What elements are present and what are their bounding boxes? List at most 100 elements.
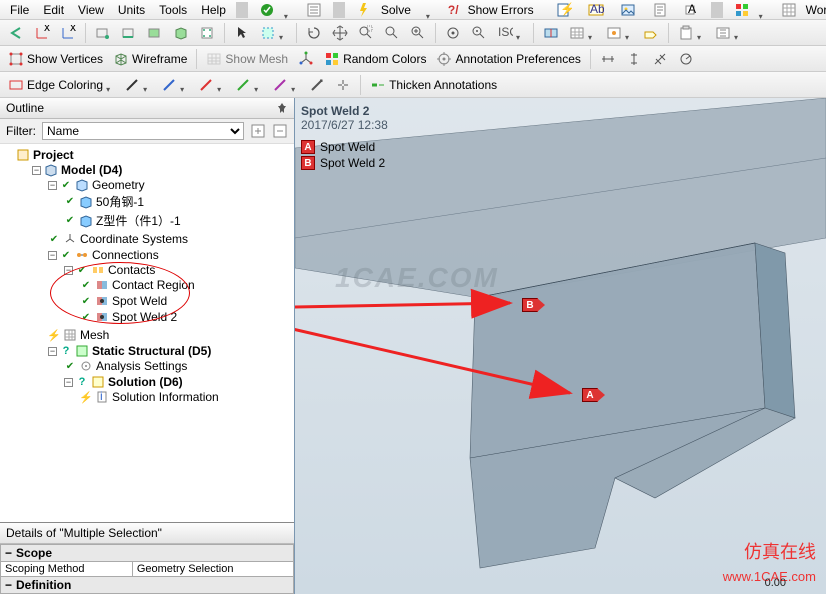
tree-connections[interactable]: Connections <box>92 248 159 262</box>
tree-project[interactable]: Project <box>33 148 74 162</box>
zoom-icon[interactable] <box>380 23 404 43</box>
show-vertices-button[interactable]: Show Vertices <box>4 49 107 69</box>
details-definition: Definition <box>16 578 71 592</box>
tree-coord[interactable]: Coordinate Systems <box>80 232 188 246</box>
pin-icon[interactable] <box>276 102 288 114</box>
details-scoping-method-value[interactable]: Geometry Selection <box>132 562 293 577</box>
edge-coloring-button[interactable]: Edge Coloring <box>4 75 118 95</box>
viewport-legend: Spot Weld 2 2017/6/27 12:38 ASpot Weld B… <box>301 104 388 170</box>
previewmesh-icon[interactable] <box>565 23 600 43</box>
menubar: File Edit View Units Tools Help Solve ?/… <box>0 0 826 20</box>
menu-file[interactable]: File <box>4 1 35 19</box>
menu-edit[interactable]: Edit <box>37 1 70 19</box>
edge-tool-3[interactable] <box>194 75 229 95</box>
sel-edge-icon[interactable] <box>117 23 141 43</box>
sel-face-icon[interactable] <box>143 23 167 43</box>
look-at-icon[interactable] <box>441 23 465 43</box>
zoom-fit-icon[interactable] <box>406 23 430 43</box>
dim-diag-icon[interactable] <box>648 49 672 69</box>
tree-spotweld2[interactable]: Spot Weld 2 <box>112 310 177 324</box>
manage-icon[interactable] <box>711 23 746 43</box>
color-grid-icon[interactable] <box>727 0 772 21</box>
edge-tool-6[interactable] <box>305 75 329 95</box>
dim-rad-icon[interactable] <box>674 49 698 69</box>
tree-static[interactable]: Static Structural (D5) <box>92 344 211 358</box>
sel-body-icon[interactable] <box>169 23 193 43</box>
worksheet-button[interactable]: Worksheet <box>774 0 826 22</box>
filter-collapse-icon[interactable] <box>272 123 288 139</box>
clipboard-icon[interactable] <box>674 23 709 43</box>
probe-icon[interactable] <box>602 23 637 43</box>
menu-tools[interactable]: Tools <box>153 1 193 19</box>
a-label-icon[interactable]: A <box>677 0 707 21</box>
expander[interactable]: − <box>48 347 57 356</box>
tree-contact-region[interactable]: Contact Region <box>112 278 195 292</box>
edge-tool-2[interactable] <box>157 75 192 95</box>
tree-geometry[interactable]: Geometry <box>92 178 145 192</box>
toolbar-display: Show Vertices Wireframe Show Mesh Random… <box>0 46 826 72</box>
menu-units[interactable]: Units <box>112 1 151 19</box>
checklist-icon[interactable] <box>299 0 329 21</box>
tag-tool-icon[interactable] <box>639 23 663 43</box>
rotate-icon[interactable] <box>302 23 326 43</box>
pan-icon[interactable] <box>328 23 352 43</box>
tree-contacts[interactable]: Contacts <box>108 263 155 277</box>
edge-tool-5[interactable] <box>268 75 303 95</box>
picture-icon[interactable] <box>613 0 643 21</box>
tree-spotweld[interactable]: Spot Weld <box>112 294 167 308</box>
tree-solinfo[interactable]: Solution Information <box>112 390 219 404</box>
tree-solution[interactable]: Solution (D6) <box>108 375 183 389</box>
marker-a[interactable]: A <box>582 388 605 402</box>
tree-analysis[interactable]: Analysis Settings <box>96 359 187 373</box>
edge-tool-7[interactable] <box>331 75 355 95</box>
tree-geo1[interactable]: 50角钢-1 <box>96 193 144 210</box>
dim-v-icon[interactable] <box>622 49 646 69</box>
show-errors-button[interactable]: ?/Show Errors <box>441 0 547 22</box>
edge-tool-1[interactable] <box>120 75 155 95</box>
details-scope: Scope <box>16 546 52 560</box>
marker-b[interactable]: B <box>522 298 545 312</box>
random-colors-button[interactable]: Random Colors <box>320 49 430 69</box>
annotation-prefs-button[interactable]: Annotation Preferences <box>432 49 584 69</box>
zoom-box-icon[interactable] <box>354 23 378 43</box>
coord-sys-icon[interactable] <box>294 49 318 69</box>
abc-icon[interactable]: Abc <box>581 0 611 21</box>
tool-icon-1[interactable]: ⚡ <box>549 0 579 21</box>
note-icon[interactable] <box>645 0 675 21</box>
viewport-3d[interactable]: Spot Weld 2 2017/6/27 12:38 ASpot Weld B… <box>295 98 826 594</box>
coord-xy-icon[interactable]: xy <box>30 23 54 43</box>
sel-vertex-icon[interactable] <box>91 23 115 43</box>
iso-icon[interactable]: ISO <box>493 23 528 43</box>
single-select-icon[interactable] <box>230 23 254 43</box>
edge-tool-4[interactable] <box>231 75 266 95</box>
menu-help[interactable]: Help <box>195 1 232 19</box>
box-select-icon[interactable] <box>256 23 291 43</box>
zoom-to-icon[interactable] <box>467 23 491 43</box>
filter-expand-icon[interactable] <box>250 123 266 139</box>
outline-tree[interactable]: Project −Model (D4) −Geometry 50角钢-1 Z型件… <box>0 144 294 522</box>
filter-select[interactable]: Name <box>42 122 244 140</box>
coord-xz-icon[interactable]: xz <box>56 23 80 43</box>
expander[interactable]: − <box>64 378 73 387</box>
details-scoping-method-label: Scoping Method <box>1 562 133 577</box>
thicken-annotations-button[interactable]: Thicken Annotations <box>366 75 501 95</box>
ok-button[interactable] <box>252 0 297 21</box>
section-icon[interactable] <box>539 23 563 43</box>
toolbar-edge: Edge Coloring Thicken Annotations <box>0 72 826 98</box>
expander[interactable]: − <box>32 166 41 175</box>
dim-h-icon[interactable] <box>596 49 620 69</box>
solution-icon <box>91 375 105 389</box>
tree-mesh[interactable]: Mesh <box>80 328 109 342</box>
expander[interactable]: − <box>48 181 57 190</box>
tree-model[interactable]: Model (D4) <box>61 163 122 177</box>
wireframe-button[interactable]: Wireframe <box>109 49 191 69</box>
show-mesh-button[interactable]: Show Mesh <box>202 49 292 69</box>
solve-button[interactable]: Solve <box>349 0 439 22</box>
expander[interactable]: − <box>64 266 73 275</box>
outline-title: Outline <box>0 98 294 119</box>
expander[interactable]: − <box>48 251 57 260</box>
sel-node-icon[interactable] <box>195 23 219 43</box>
select-arrowback-icon[interactable] <box>4 23 28 43</box>
tree-geo2[interactable]: Z型件（件1）-1 <box>96 212 181 229</box>
menu-view[interactable]: View <box>72 1 110 19</box>
